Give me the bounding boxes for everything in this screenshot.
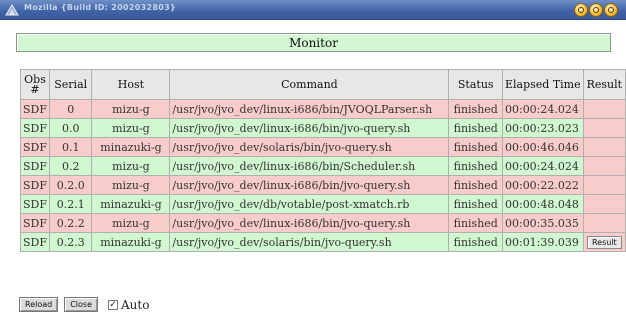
maximize-icon[interactable]	[589, 3, 603, 17]
table-row: SDF 0.2.3 minazuki-g/usr/jvo/jvo_dev/solar…	[20, 232, 626, 252]
header-serial: Serial	[48, 69, 93, 100]
cell-obs: SDF	[20, 118, 50, 138]
cell-obs: SDF	[20, 232, 50, 252]
cell-serial: 0.2	[48, 156, 93, 176]
cell-serial: 0.2.3	[48, 232, 93, 252]
cell-serial: 0	[48, 99, 93, 119]
cell-serial: 0.1	[48, 137, 93, 157]
cell-status: finished	[448, 175, 503, 195]
cell-command: /usr/jvo/jvo_dev/linux-i686/bin/jvo-quer…	[169, 118, 450, 138]
cell-command: /usr/jvo/jvo_dev/linux-i686/bin/Schedule…	[169, 156, 450, 176]
header-obs: Obs #	[20, 69, 50, 100]
cell-elapsed-time: 00:01:39.039	[501, 232, 584, 252]
table-row: SDF 0 mizu-g/usr/jvo/jvo_dev/linux-i686/bi…	[20, 99, 626, 119]
cell-host: minazuki-g	[91, 137, 171, 157]
window-controls	[574, 3, 618, 18]
cell-elapsed-time: 00:00:35.035	[501, 213, 584, 233]
close-button[interactable]: Close	[64, 297, 99, 312]
auto-checkbox[interactable]: ✓	[108, 299, 119, 310]
jobs-table: Obs # Serial Host Command Status Elapsed…	[20, 69, 626, 252]
auto-refresh-toggle[interactable]: ✓ Auto	[108, 298, 149, 312]
cell-result	[582, 118, 626, 138]
cell-status: finished	[448, 194, 503, 214]
cell-status: finished	[448, 137, 503, 157]
cell-result	[582, 194, 626, 214]
table-row: SDF 0.2.2 mizu-g/usr/jvo/jvo_dev/linux-i68…	[20, 213, 626, 233]
cell-result: Result	[582, 232, 626, 252]
cell-serial: 0.0	[48, 118, 93, 138]
bottom-controls: Reload Close ✓ Auto	[19, 297, 149, 312]
cell-elapsed-time: 00:00:24.024	[501, 99, 584, 119]
cell-host: mizu-g	[91, 156, 171, 176]
auto-label: Auto	[121, 297, 150, 312]
cell-elapsed-time: 00:00:22.022	[501, 175, 584, 195]
header-command: Command	[169, 69, 450, 100]
cell-obs: SDF	[20, 137, 50, 157]
table-header-row: Obs # Serial Host Command Status Elapsed…	[20, 69, 626, 100]
header-result: Result	[582, 69, 626, 100]
header-host: Host	[91, 69, 171, 100]
cell-host: mizu-g	[91, 99, 171, 119]
cell-result	[582, 213, 626, 233]
monitor-title: Monitor	[289, 35, 338, 50]
cell-command: /usr/jvo/jvo_dev/linux-i686/bin/JVOQLPar…	[169, 99, 450, 119]
cell-host: mizu-g	[91, 118, 171, 138]
header-elapsed-time: Elapsed Time	[501, 69, 584, 100]
result-button[interactable]: Result	[586, 236, 622, 249]
cell-serial: 0.2.2	[48, 213, 93, 233]
cell-host: minazuki-g	[91, 194, 171, 214]
cell-obs: SDF	[20, 156, 50, 176]
cell-obs: SDF	[20, 175, 50, 195]
table-row: SDF 0.2 mizu-g/usr/jvo/jvo_dev/linux-i686/…	[20, 156, 626, 176]
cell-elapsed-time: 00:00:24.024	[501, 156, 584, 176]
header-status: Status	[448, 69, 503, 100]
table-row: SDF 0.2.1 minazuki-g/usr/jvo/jvo_dev/db/vo…	[20, 194, 626, 214]
cell-status: finished	[448, 232, 503, 252]
window-title: Mozilla {Build ID: 2002032803}	[24, 3, 176, 12]
cell-host: minazuki-g	[91, 232, 171, 252]
cell-result	[582, 137, 626, 157]
mozilla-app-icon	[5, 4, 19, 16]
cell-result	[582, 99, 626, 119]
cell-serial: 0.2.1	[48, 194, 93, 214]
table-body: SDF 0 mizu-g/usr/jvo/jvo_dev/linux-i686/bi…	[20, 99, 626, 252]
cell-obs: SDF	[20, 99, 50, 119]
cell-command: /usr/jvo/jvo_dev/linux-i686/bin/jvo-quer…	[169, 213, 450, 233]
header-obs-line2: #	[30, 82, 40, 96]
cell-command: /usr/jvo/jvo_dev/linux-i686/bin/jvo-quer…	[169, 175, 450, 195]
cell-result	[582, 175, 626, 195]
cell-serial: 0.2.0	[48, 175, 93, 195]
table-row: SDF 0.2.0 mizu-g/usr/jvo/jvo_dev/linux-i68…	[20, 175, 626, 195]
cell-command: /usr/jvo/jvo_dev/solaris/bin/jvo-query.s…	[169, 232, 450, 252]
monitor-header: Monitor	[16, 33, 611, 52]
table-row: SDF 0.1 minazuki-g/usr/jvo/jvo_dev/solaris…	[20, 137, 626, 157]
cell-elapsed-time: 00:00:23.023	[501, 118, 584, 138]
close-icon[interactable]	[604, 3, 618, 17]
cell-command: /usr/jvo/jvo_dev/solaris/bin/jvo-query.s…	[169, 137, 450, 157]
cell-obs: SDF	[20, 213, 50, 233]
cell-command: /usr/jvo/jvo_dev/db/votable/post-xmatch.…	[169, 194, 450, 214]
window-title-bar[interactable]: Mozilla {Build ID: 2002032803}	[0, 0, 626, 20]
cell-status: finished	[448, 213, 503, 233]
cell-host: mizu-g	[91, 175, 171, 195]
cell-status: finished	[448, 156, 503, 176]
cell-status: finished	[448, 99, 503, 119]
cell-elapsed-time: 00:00:48.048	[501, 194, 584, 214]
cell-obs: SDF	[20, 194, 50, 214]
reload-button[interactable]: Reload	[19, 297, 59, 312]
cell-elapsed-time: 00:00:46.046	[501, 137, 584, 157]
minimize-icon[interactable]	[574, 3, 588, 17]
cell-status: finished	[448, 118, 503, 138]
table-row: SDF 0.0 mizu-g/usr/jvo/jvo_dev/linux-i686/…	[20, 118, 626, 138]
cell-host: mizu-g	[91, 213, 171, 233]
cell-result	[582, 156, 626, 176]
